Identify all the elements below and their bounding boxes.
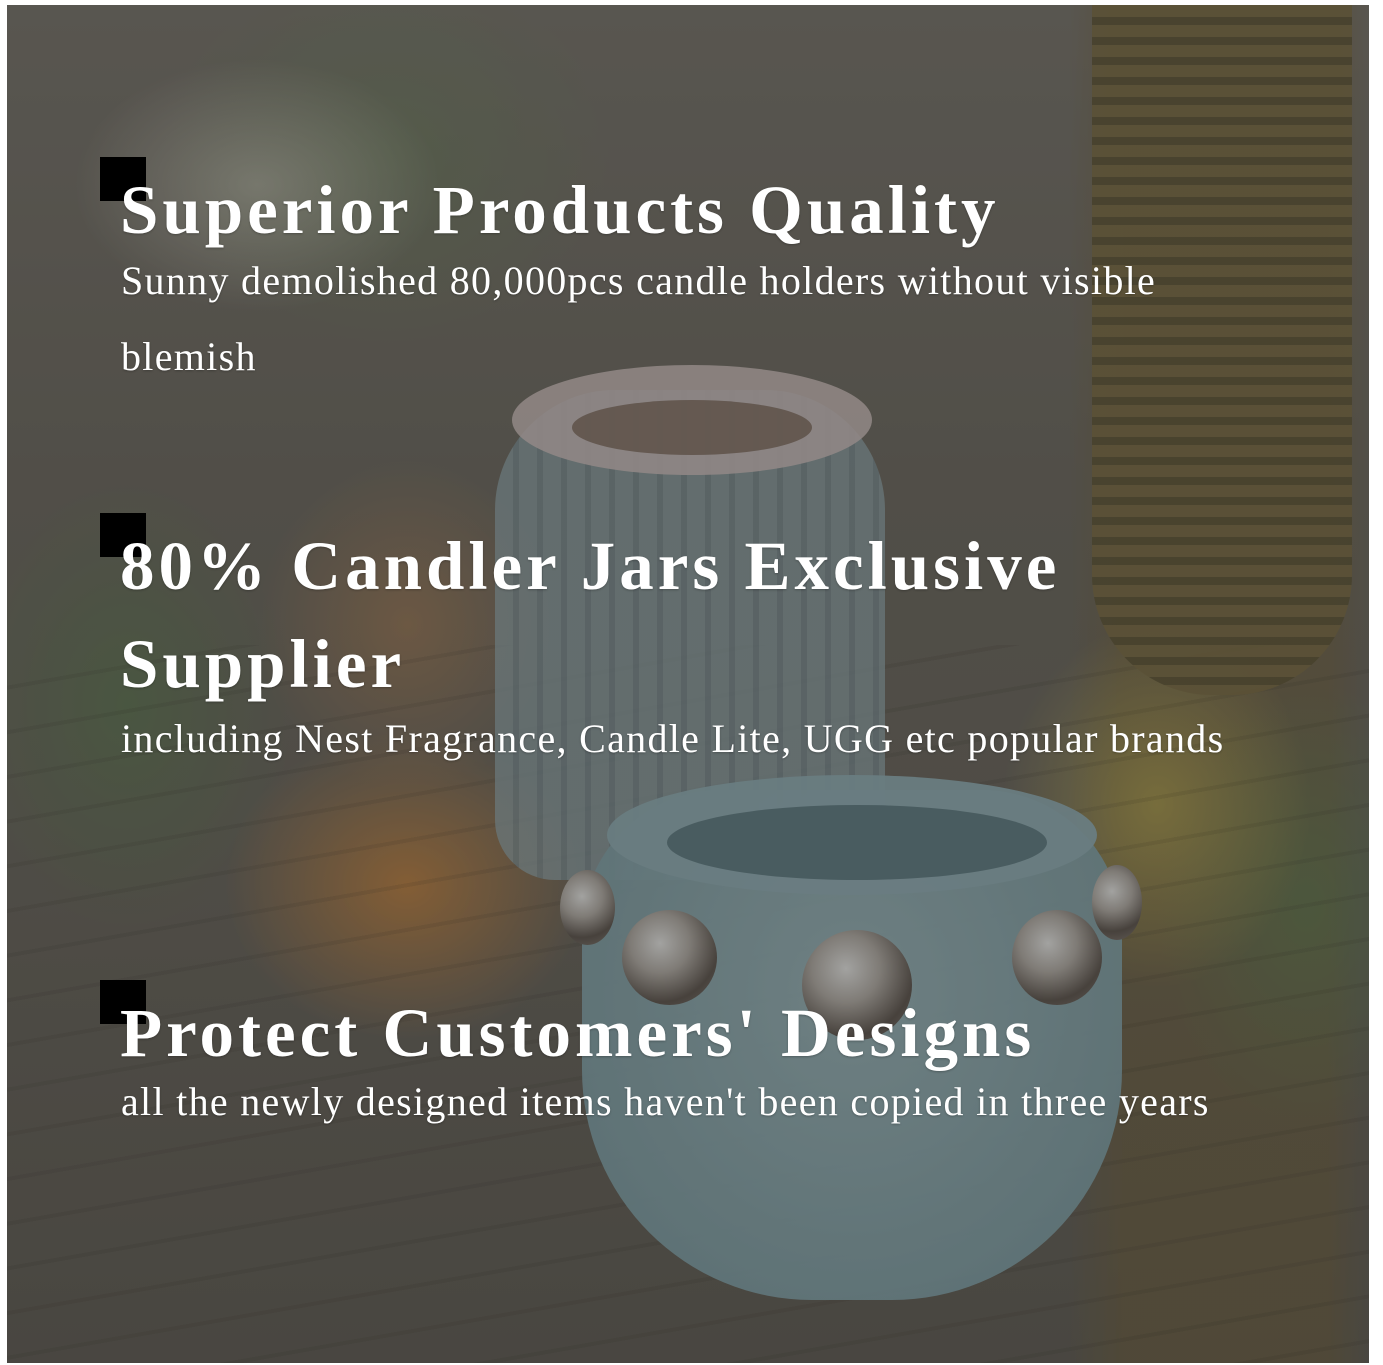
feature-item: Protect Customers' Designs all the newly… <box>100 980 1290 1140</box>
feature-title: Superior Products Quality <box>120 172 1000 248</box>
feature-item: 80% Candler Jars Exclusive Supplier incl… <box>100 513 1290 777</box>
features-list: Superior Products Quality Sunny demolish… <box>7 5 1369 1363</box>
feature-title: Protect Customers' Designs <box>120 995 1036 1071</box>
features-banner: Superior Products Quality Sunny demolish… <box>7 5 1369 1363</box>
feature-description: Sunny demolished 80,000pcs candle holder… <box>121 258 1157 379</box>
feature-item: Superior Products Quality Sunny demolish… <box>100 157 1290 395</box>
feature-title: 80% Candler Jars Exclusive Supplier <box>120 528 1061 702</box>
